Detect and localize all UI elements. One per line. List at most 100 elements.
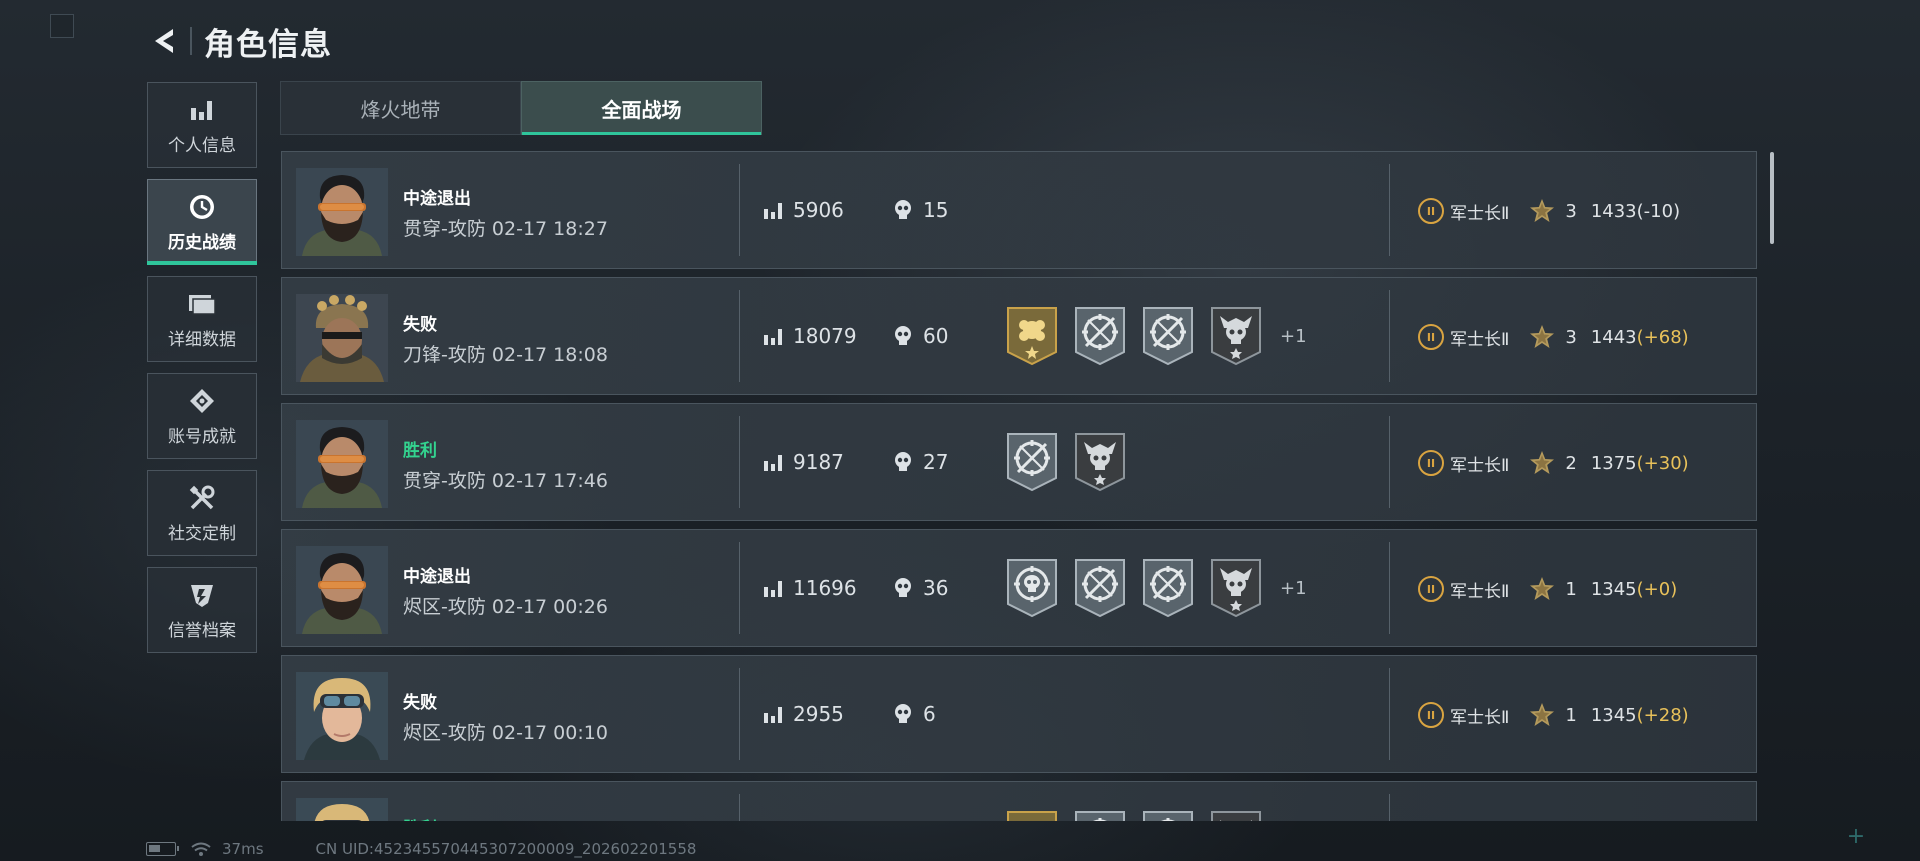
rank-info: II 军士长Ⅱ 3 1443(+68) — [1418, 324, 1689, 350]
kills-skull-icon — [895, 578, 911, 597]
crossed-rifle-medal-icon[interactable] — [1142, 810, 1194, 821]
sidebar-item-label: 详细数据 — [168, 329, 236, 350]
ping-text: 37ms — [222, 840, 264, 858]
match-row[interactable]: 中途退出 贯穿-攻防 02-17 18:27 5906 15 II 军士长Ⅱ 3 14… — [281, 151, 1757, 269]
skull-medal-icon[interactable] — [1210, 306, 1262, 366]
more-medals-count[interactable]: +1 — [1280, 326, 1307, 347]
gold-flower-medal-icon[interactable] — [1006, 810, 1058, 821]
rank-points: 1433(-10) — [1591, 201, 1680, 222]
match-time: 02-17 17:46 — [491, 470, 608, 492]
back-button[interactable] — [146, 22, 184, 60]
row-divider — [1389, 416, 1390, 508]
list-scrollbar[interactable] — [1770, 152, 1774, 244]
match-row[interactable]: 胜利 — [281, 781, 1757, 821]
match-result: 失败 — [403, 315, 437, 335]
medal-list: +1 — [1006, 558, 1307, 618]
score-value: 5906 — [793, 198, 844, 222]
status-bar: 37ms CN UID:452345570445307200009_202602… — [146, 840, 696, 858]
tab-full-battlefield[interactable]: 全面战场 — [521, 81, 762, 135]
points-delta: (+28) — [1636, 704, 1689, 726]
match-row[interactable]: 中途退出 烬区-攻防 02-17 00:26 11696 36 +1 II 军士长Ⅱ 1… — [281, 529, 1757, 647]
row-divider — [1389, 794, 1390, 821]
points-delta: (+0) — [1636, 578, 1678, 600]
mode-tabs: 烽火地带 全面战场 — [280, 81, 762, 135]
skull-medal-icon[interactable] — [1074, 432, 1126, 492]
kills-skull-icon — [895, 452, 911, 471]
match-time: 02-17 18:08 — [491, 344, 608, 366]
match-score: 18079 — [763, 324, 857, 348]
skull-medal-icon[interactable] — [1210, 810, 1262, 821]
match-row[interactable]: 失败 刀锋-攻防 02-17 18:08 18079 60 +1 II 军士长Ⅱ 3 1… — [281, 277, 1757, 395]
rank-info: II 军士长Ⅱ 2 1375(+30) — [1418, 450, 1689, 476]
crossed-rifle-medal-icon[interactable] — [1074, 810, 1126, 821]
points-value: 1345 — [1590, 578, 1637, 600]
score-value: 11696 — [793, 576, 857, 600]
stars-count: 3 — [1565, 326, 1577, 348]
tools-icon — [188, 483, 216, 513]
crossed-rifle-medal-icon[interactable] — [1006, 432, 1058, 492]
match-score: 11696 — [763, 576, 857, 600]
sidebar-item-match-history[interactable]: 历史战绩 — [147, 179, 257, 265]
match-kills: 15 — [893, 198, 948, 222]
achievement-icon — [188, 386, 216, 416]
menu-corner-button[interactable] — [50, 14, 74, 38]
rank-name: 军士长Ⅱ — [1450, 581, 1510, 602]
points-delta: (+30) — [1636, 452, 1689, 474]
match-row[interactable]: 失败 烬区-攻防 02-17 00:10 2955 6 II 军士长Ⅱ 1 1345(… — [281, 655, 1757, 773]
kills-skull-icon — [895, 704, 911, 723]
match-result: 胜利 — [403, 441, 437, 461]
match-result: 胜利 — [403, 814, 437, 821]
bar-chart-icon — [189, 95, 215, 125]
row-divider — [1389, 542, 1390, 634]
sidebar-item-social[interactable]: 社交定制 — [147, 470, 257, 556]
crossed-rifle-medal-icon[interactable] — [1142, 306, 1194, 366]
gold-flower-medal-icon[interactable] — [1006, 306, 1058, 366]
points-delta: (-10) — [1636, 200, 1681, 222]
rank-stars: 2 — [1529, 450, 1577, 476]
kills-skull-icon — [895, 326, 911, 345]
rank-info: II 军士长Ⅱ 3 1433(-10) — [1418, 198, 1680, 224]
sidebar-item-achievements[interactable]: 账号成就 — [147, 373, 257, 459]
more-medals-count[interactable]: +1 — [1280, 578, 1307, 599]
rank-stars: 1 — [1529, 576, 1577, 602]
match-mode-time: 贯穿-攻防 02-17 18:27 — [403, 214, 608, 241]
score-icon — [764, 707, 782, 723]
match-score: 5906 — [763, 198, 844, 222]
header-divider — [190, 27, 192, 55]
sidebar-item-label: 社交定制 — [168, 523, 236, 544]
points-value: 1433 — [1590, 200, 1637, 222]
crossed-rifle-medal-icon[interactable] — [1074, 558, 1126, 618]
rank-points: 1443(+68) — [1591, 327, 1689, 348]
match-mode: 贯穿-攻防 — [403, 470, 486, 492]
sidebar-item-label: 历史战绩 — [168, 232, 236, 253]
match-time: 02-17 18:27 — [491, 218, 608, 240]
rank-name: 军士长Ⅱ — [1450, 455, 1510, 476]
stars-count: 1 — [1565, 704, 1577, 726]
kills-value: 6 — [923, 702, 936, 726]
rank-badge-icon: II — [1418, 324, 1444, 350]
row-divider — [1389, 290, 1390, 382]
match-mode: 刀锋-攻防 — [403, 344, 486, 366]
sidebar-item-reputation[interactable]: 信誉档案 — [147, 567, 257, 653]
crossed-rifle-medal-icon[interactable] — [1074, 306, 1126, 366]
operator-avatar — [296, 294, 388, 382]
match-history-list: 中途退出 贯穿-攻防 02-17 18:27 5906 15 II 军士长Ⅱ 3 14… — [281, 151, 1759, 821]
match-row[interactable]: 胜利 贯穿-攻防 02-17 17:46 9187 27 II 军士长Ⅱ 2 1375… — [281, 403, 1757, 521]
match-result: 中途退出 — [403, 567, 471, 587]
kills-value: 36 — [923, 576, 949, 600]
score-icon — [764, 329, 782, 345]
target-skull-medal-icon[interactable] — [1006, 558, 1058, 618]
clock-icon — [188, 192, 216, 222]
rank-badge-icon: II — [1418, 702, 1444, 728]
match-time: 02-17 00:26 — [491, 596, 608, 618]
row-divider — [739, 794, 740, 821]
skull-medal-icon[interactable] — [1210, 558, 1262, 618]
crossed-rifle-medal-icon[interactable] — [1142, 558, 1194, 618]
tab-warfare-zone[interactable]: 烽火地带 — [280, 81, 521, 135]
uid-text: CN UID:452345570445307200009_20260220155… — [315, 840, 697, 858]
stars-count: 2 — [1565, 452, 1577, 474]
match-result: 失败 — [403, 693, 437, 713]
sidebar-item-detailed-data[interactable]: 详细数据 — [147, 276, 257, 362]
sidebar-item-personal-info[interactable]: 个人信息 — [147, 82, 257, 168]
match-mode: 贯穿-攻防 — [403, 218, 486, 240]
